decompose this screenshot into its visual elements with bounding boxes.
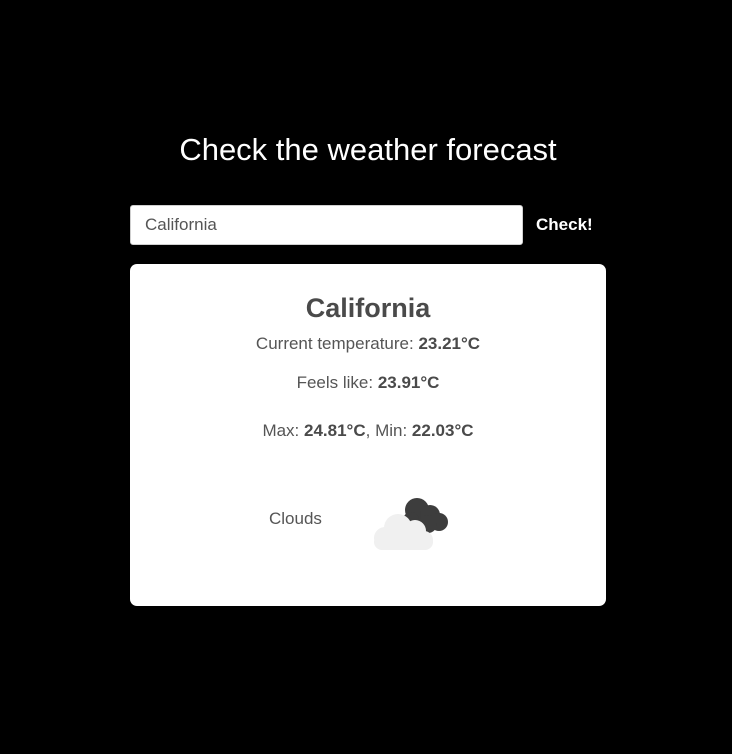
feels-like-label: Feels like: — [296, 373, 378, 392]
city-search-input[interactable] — [130, 205, 523, 245]
min-label: , Min: — [365, 421, 412, 440]
max-min-temperature: Max: 24.81°C, Min: 22.03°C — [130, 420, 606, 442]
clouds-icon — [374, 498, 448, 550]
current-temperature-value: 23.21°C — [418, 334, 481, 353]
feels-like-value: 23.91°C — [377, 373, 440, 392]
page-title: Check the weather forecast — [179, 132, 557, 167]
check-button[interactable]: Check! — [530, 205, 600, 245]
current-temperature-label: Current temperature: — [255, 334, 419, 353]
min-value: 22.03°C — [411, 421, 474, 440]
feels-like: Feels like: 23.91°C — [130, 372, 606, 394]
max-value: 24.81°C — [304, 421, 366, 440]
max-label: Max: — [262, 421, 304, 440]
weather-result-card: California Current temperature: 23.21°C … — [130, 264, 606, 606]
current-temperature: Current temperature: 23.21°C — [130, 333, 606, 355]
condition-label: Clouds — [269, 509, 322, 528]
city-name: California — [305, 293, 431, 323]
search-form: Check! — [130, 205, 606, 246]
weather-condition: Clouds — [130, 490, 606, 550]
weather-page: Check the weather forecast Check! Califo… — [0, 0, 732, 754]
